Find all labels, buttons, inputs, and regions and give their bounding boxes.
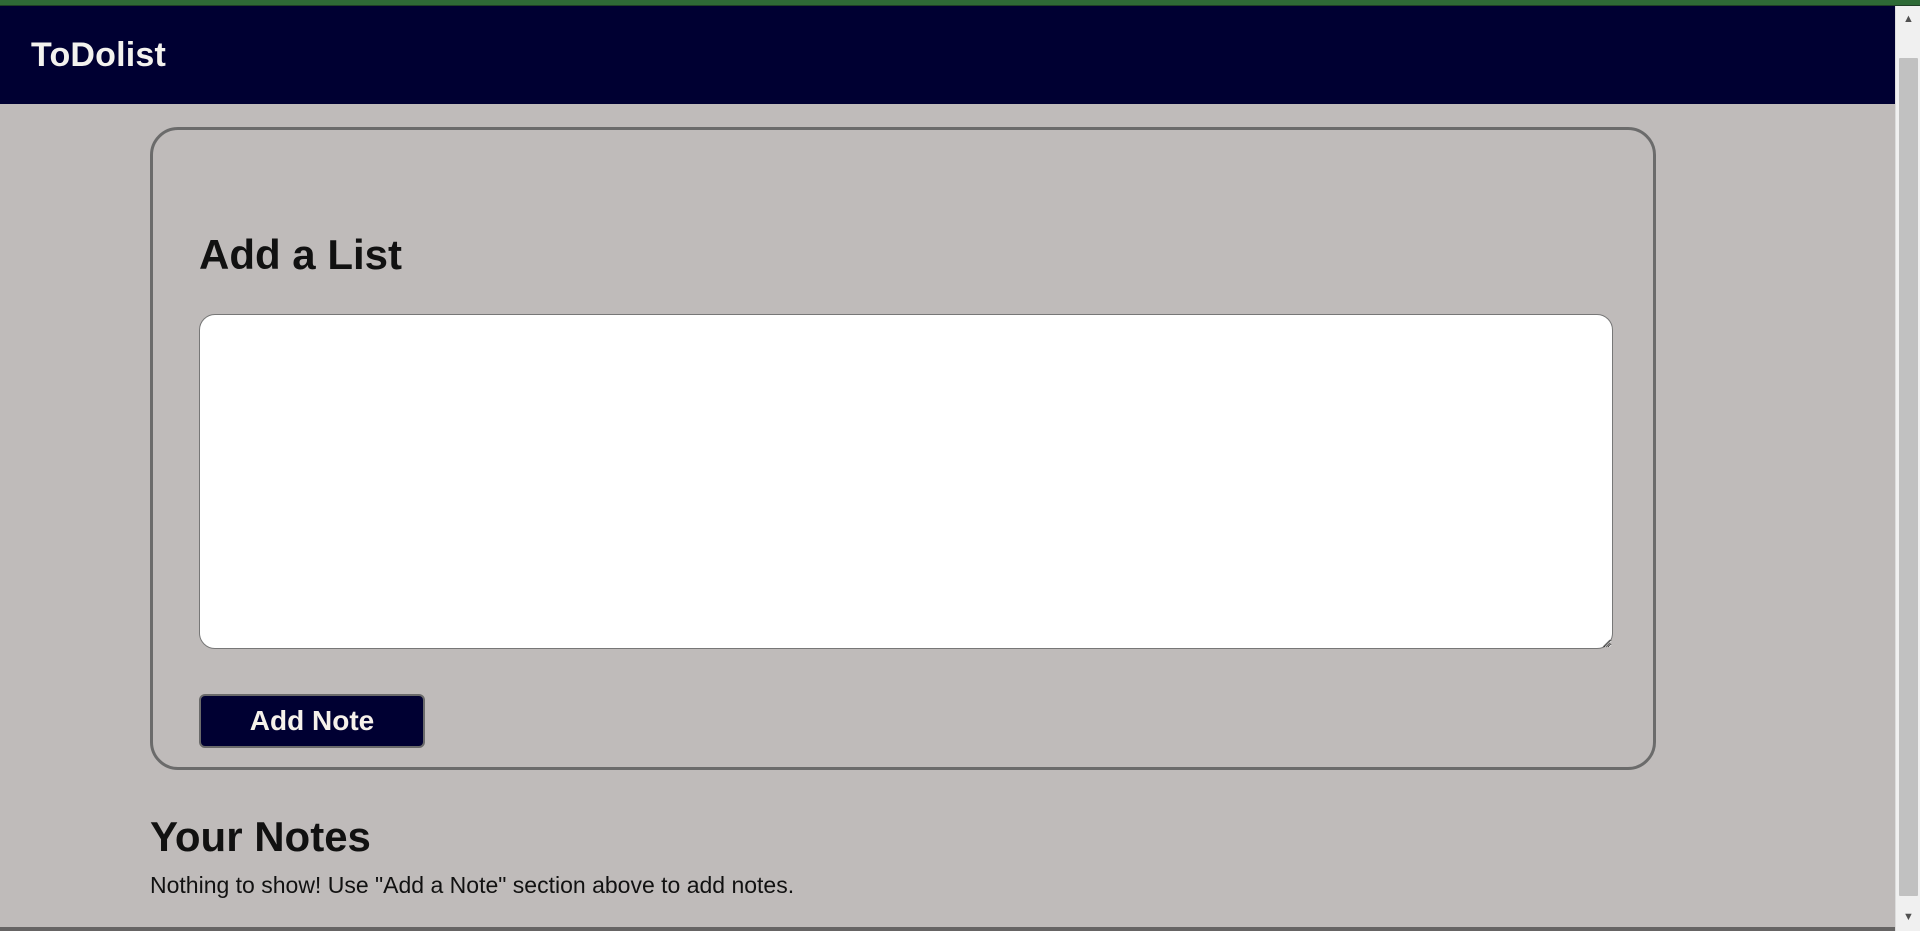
your-notes-heading: Your Notes [150,813,371,860]
add-list-card: Add a List Add Note [150,127,1656,770]
chevron-up-icon[interactable]: ▲ [1896,10,1920,29]
chevron-down-icon[interactable]: ▼ [1896,908,1920,927]
window-bottom-border [0,927,1895,931]
add-list-title: Add a List [199,231,403,278]
scrollbar-thumb[interactable] [1899,58,1918,896]
brand-logo[interactable]: ToDolist [31,38,166,72]
navbar: ToDolist [0,6,1895,104]
vertical-scrollbar[interactable]: ▲ ▼ [1895,6,1920,931]
add-note-button[interactable]: Add Note [199,694,425,748]
notes-empty-message: Nothing to show! Use "Add a Note" sectio… [150,872,795,898]
note-textarea[interactable] [199,314,1613,649]
